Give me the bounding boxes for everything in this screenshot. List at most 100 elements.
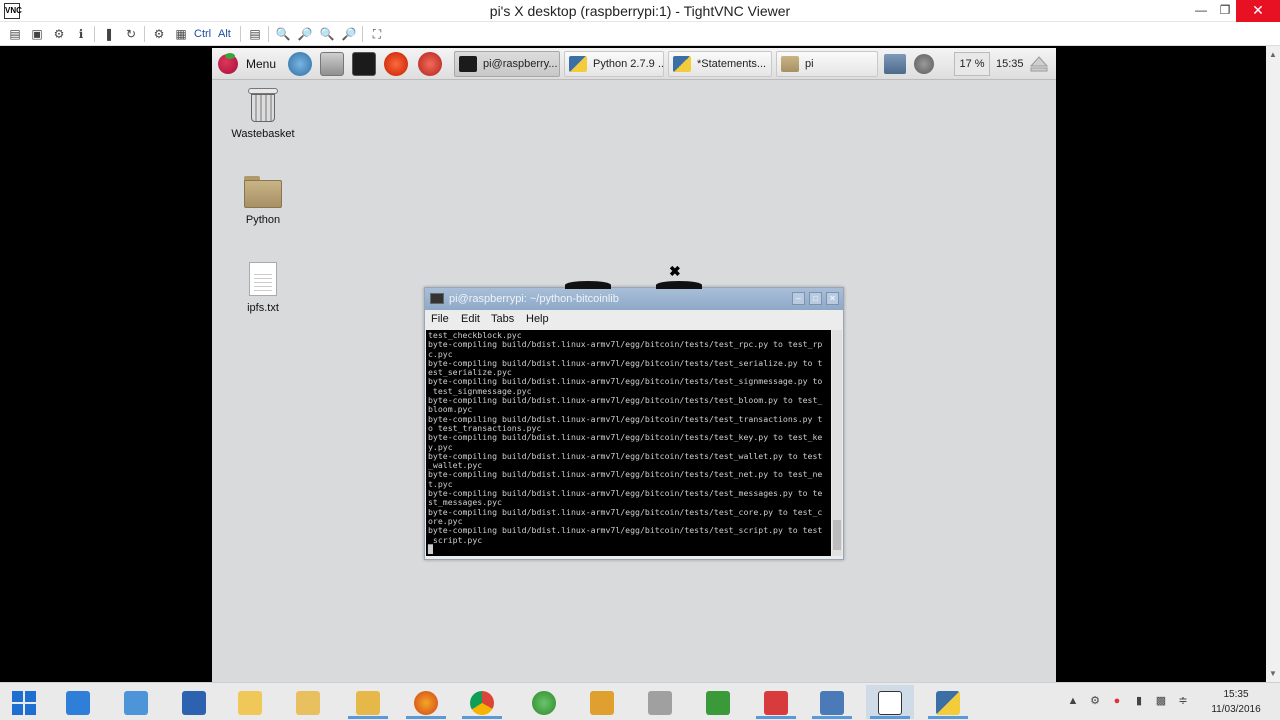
chevron-up-icon[interactable]: ▲ bbox=[1066, 691, 1080, 711]
vnc-scrollbar[interactable]: ▲ ▼ bbox=[1266, 46, 1280, 682]
vnc-titlebar: VNC pi's X desktop (raspberrypi:1) - Tig… bbox=[0, 0, 1280, 22]
x-cursor-icon: ✖ bbox=[669, 263, 681, 279]
info-icon[interactable]: ℹ bbox=[72, 25, 90, 43]
scroll-up-icon[interactable]: ▲ bbox=[1269, 50, 1277, 59]
close-button[interactable]: ✕ bbox=[1236, 0, 1280, 22]
task-python-shell[interactable]: Python 2.7.9 ... bbox=[564, 51, 664, 77]
skype-icon[interactable] bbox=[752, 685, 800, 719]
text-file-icon bbox=[249, 262, 277, 296]
python-icon[interactable] bbox=[924, 685, 972, 719]
home-icon[interactable] bbox=[54, 685, 102, 719]
start-button[interactable] bbox=[12, 691, 36, 715]
menu-label: Menu bbox=[246, 57, 277, 71]
eject-icon[interactable] bbox=[1029, 56, 1049, 72]
save-session-icon[interactable]: ▣ bbox=[28, 25, 46, 43]
folder-icon[interactable] bbox=[344, 685, 392, 719]
network-icon[interactable] bbox=[884, 54, 906, 74]
toolbar-divider bbox=[362, 26, 363, 42]
browser-icon[interactable] bbox=[288, 52, 312, 76]
vnc-toolbar: ▤ ▣ ⚙ ℹ ❚ ↻ ⚙ ▦ Ctrl Alt ▤ 🔍 🔎 🔍 🔎 ⛶ bbox=[0, 22, 1280, 46]
terminal-close-button[interactable]: ✕ bbox=[826, 292, 839, 305]
document-icon[interactable] bbox=[170, 685, 218, 719]
icon-label: ipfs.txt bbox=[247, 302, 279, 314]
terminal-icon[interactable] bbox=[352, 52, 376, 76]
system-clock[interactable]: 15:35 11/03/2016 bbox=[1204, 687, 1268, 717]
globe-icon[interactable] bbox=[520, 685, 568, 719]
task-folder-pi[interactable]: pi bbox=[776, 51, 878, 77]
wolfram-icon[interactable] bbox=[418, 52, 442, 76]
window-title: pi's X desktop (raspberrypi:1) - TightVN… bbox=[489, 3, 791, 19]
screen: VNC pi's X desktop (raspberrypi:1) - Tig… bbox=[0, 0, 1280, 720]
terminal-minimize-button[interactable]: – bbox=[792, 292, 805, 305]
clock-time: 15:35 bbox=[1223, 689, 1249, 700]
desktop-icon-python[interactable]: Python bbox=[213, 172, 313, 226]
menu-file[interactable]: File bbox=[431, 310, 449, 329]
network-icon[interactable] bbox=[112, 685, 160, 719]
pause-icon[interactable]: ❚ bbox=[100, 25, 118, 43]
terminal-maximize-button[interactable]: □ bbox=[809, 292, 822, 305]
menu-help[interactable]: Help bbox=[526, 310, 549, 329]
ctrl-alt-del-icon[interactable]: ⚙ bbox=[150, 25, 168, 43]
task-label: pi bbox=[805, 58, 814, 70]
raspberry-icon bbox=[218, 53, 238, 74]
clipboard-icon[interactable]: ▤ bbox=[246, 25, 264, 43]
terminal-icon bbox=[459, 56, 477, 72]
terminal-scrollbar[interactable] bbox=[832, 330, 842, 556]
toolbar-divider bbox=[240, 26, 241, 42]
firefox-icon[interactable] bbox=[402, 685, 450, 719]
chrome-icon[interactable] bbox=[458, 685, 506, 719]
tools-icon[interactable] bbox=[636, 685, 684, 719]
file-manager-icon[interactable] bbox=[320, 52, 344, 76]
trash-icon bbox=[248, 86, 278, 124]
menu-tabs[interactable]: Tabs bbox=[491, 310, 514, 329]
python-icon bbox=[673, 56, 691, 72]
chart-icon[interactable] bbox=[694, 685, 742, 719]
ctrl-key-button[interactable]: Ctrl bbox=[194, 25, 211, 43]
alt-key-button[interactable]: Alt bbox=[218, 25, 231, 43]
desktop-icon-ipfs[interactable]: ipfs.txt bbox=[213, 260, 313, 314]
volume-icon[interactable] bbox=[914, 54, 934, 74]
desktop-icon-wastebasket[interactable]: Wastebasket bbox=[213, 86, 313, 140]
scrollbar-thumb[interactable] bbox=[833, 520, 841, 550]
folder-icon bbox=[244, 176, 282, 208]
icon-label: Wastebasket bbox=[231, 128, 295, 140]
settings-icon[interactable]: ⚙ bbox=[1088, 691, 1102, 711]
network-tool-icon[interactable] bbox=[808, 685, 856, 719]
icon-label: Python bbox=[245, 214, 281, 226]
scroll-down-icon[interactable]: ▼ bbox=[1269, 669, 1277, 678]
refresh-icon[interactable]: ↻ bbox=[122, 25, 140, 43]
terminal-title: pi@raspberrypi: ~/python-bitcoinlib bbox=[449, 293, 619, 305]
message-icon[interactable]: ▩ bbox=[1154, 691, 1168, 711]
windows-taskbar: ▲ ⚙ ● ▮ ▩ ≑ 15:35 11/03/2016 bbox=[0, 682, 1280, 720]
task-statements[interactable]: *Statements... bbox=[668, 51, 772, 77]
vnc-icon[interactable] bbox=[866, 685, 914, 719]
zoom-100-icon[interactable]: 🔍 bbox=[318, 25, 336, 43]
terminal-output[interactable]: test_checkblock.pyc byte-compiling build… bbox=[426, 330, 831, 556]
battery-icon[interactable]: ▮ bbox=[1132, 691, 1146, 711]
antivirus-icon[interactable]: ● bbox=[1110, 691, 1124, 711]
file-manager-icon[interactable] bbox=[226, 685, 274, 719]
terminal-window[interactable]: pi@raspberrypi: ~/python-bitcoinlib – □ … bbox=[424, 287, 844, 560]
task-terminal[interactable]: pi@raspberry... bbox=[454, 51, 560, 77]
puzzle-icon[interactable] bbox=[578, 685, 626, 719]
menu-button[interactable]: Menu bbox=[216, 51, 280, 77]
terminal-titlebar[interactable]: pi@raspberrypi: ~/python-bitcoinlib – □ … bbox=[425, 288, 843, 310]
remote-desktop[interactable]: Menu pi@raspberry... Python 2.7.9 ... *S… bbox=[212, 48, 1056, 682]
win-key-icon[interactable]: ▦ bbox=[172, 25, 190, 43]
wifi-icon[interactable]: ≑ bbox=[1176, 691, 1190, 711]
terminal-icon bbox=[430, 293, 444, 304]
menu-edit[interactable]: Edit bbox=[461, 310, 480, 329]
fullscreen-icon[interactable]: ⛶ bbox=[368, 25, 386, 43]
cat-ear-shape bbox=[656, 281, 702, 289]
options-icon[interactable]: ⚙ bbox=[50, 25, 68, 43]
python-icon bbox=[569, 56, 587, 72]
task-label: Python 2.7.9 ... bbox=[593, 58, 663, 70]
zoom-out-icon[interactable]: 🔎 bbox=[296, 25, 314, 43]
file-manager-icon[interactable] bbox=[284, 685, 332, 719]
mathematica-icon[interactable] bbox=[384, 52, 408, 76]
zoom-fit-icon[interactable]: 🔎 bbox=[340, 25, 358, 43]
new-connection-icon[interactable]: ▤ bbox=[6, 25, 24, 43]
zoom-in-icon[interactable]: 🔍 bbox=[274, 25, 292, 43]
pi-panel: Menu pi@raspberry... Python 2.7.9 ... *S… bbox=[212, 48, 1056, 80]
toolbar-divider bbox=[94, 26, 95, 42]
